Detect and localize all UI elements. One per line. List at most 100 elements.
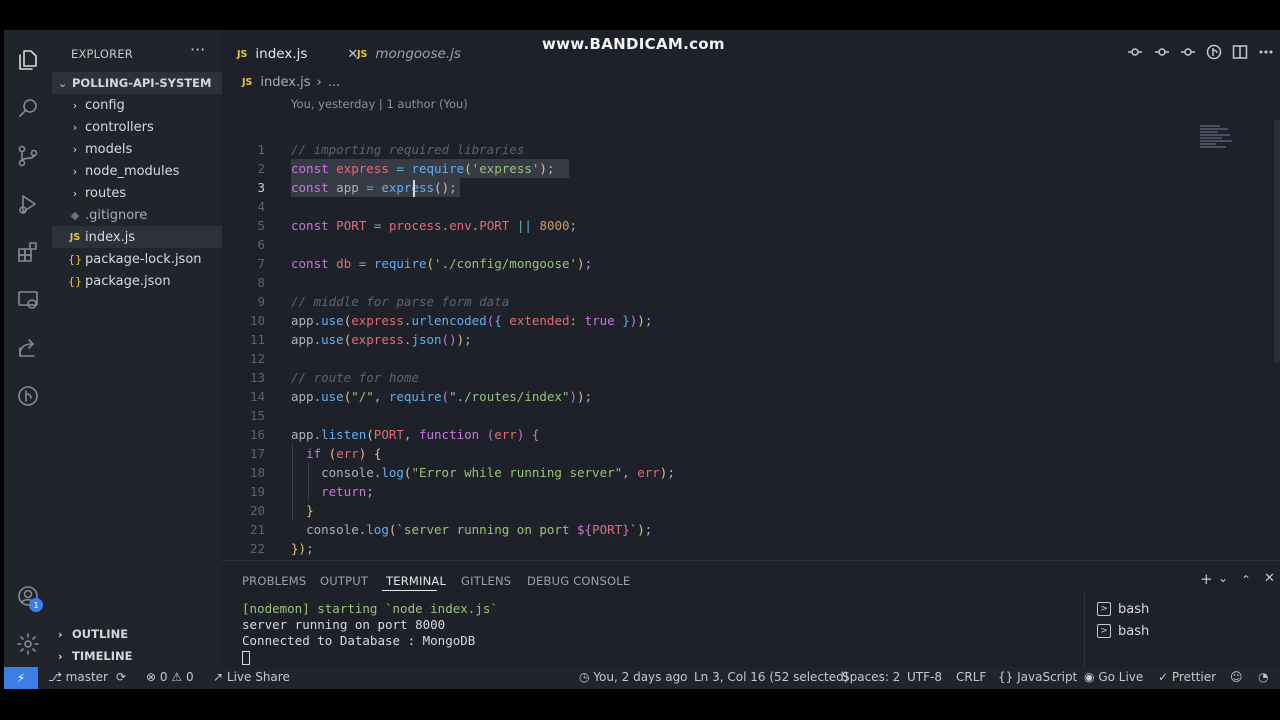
live-share-icon[interactable] (4, 324, 52, 372)
tab-mongoose-js[interactable]: JS mongoose.js (357, 38, 461, 70)
code-line[interactable]: 17 if (err) { (222, 444, 1202, 463)
code-text: console.log("Error while running server"… (321, 465, 675, 480)
new-terminal-icon[interactable]: + (1200, 570, 1213, 588)
chevron-right-icon: › (72, 186, 78, 200)
indentation[interactable]: Spaces: 2 (842, 670, 900, 684)
code-line[interactable]: 13 // route for home (222, 368, 1202, 387)
notifications-icon[interactable]: ◔ (1258, 670, 1268, 684)
line-number: 19 (249, 484, 265, 499)
active-tab-indicator (382, 590, 437, 591)
terminal-instance[interactable]: > bash (1097, 599, 1149, 619)
tab-label: mongoose.js (375, 46, 461, 62)
tab-terminal[interactable]: TERMINAL (386, 574, 446, 588)
code-line[interactable]: 7 const db = require('./config/mongoose')… (222, 254, 1202, 273)
code-line[interactable]: 16 app.listen(PORT, function (err) { (222, 425, 1202, 444)
tree-item[interactable]: {} package-lock.json (52, 248, 222, 270)
code-line[interactable]: 21 console.log(`server running on port $… (222, 520, 1202, 539)
cursor-position[interactable]: Ln 3, Col 16 (52 selected) (694, 670, 848, 684)
gitlens-compare-icon[interactable] (1206, 44, 1222, 60)
run-debug-icon[interactable] (4, 180, 52, 228)
encoding[interactable]: UTF-8 (907, 670, 942, 684)
language-mode[interactable]: {} JavaScript (998, 670, 1077, 684)
tree-item[interactable]: JS index.js (52, 226, 222, 248)
line-ending[interactable]: CRLF (956, 670, 986, 684)
tree-item[interactable]: › routes (52, 182, 222, 204)
code-line[interactable]: 10 app.use(express.urlencoded({ extended:… (222, 311, 1202, 330)
line-number: 17 (249, 446, 265, 461)
tree-item[interactable]: › models (52, 138, 222, 160)
explorer-icon[interactable] (4, 36, 52, 84)
workspace-root-folder[interactable]: ⌄ POLLING-API-SYSTEM (52, 72, 222, 94)
more-actions-icon[interactable]: ··· (190, 40, 205, 59)
code-editor[interactable]: 1 // importing required libraries 2 const e… (222, 110, 1278, 575)
tab-index-js[interactable]: JS index.js ✕ (237, 38, 358, 70)
maximize-panel-icon[interactable]: ⌃ (1241, 573, 1251, 587)
tree-item[interactable]: › controllers (52, 116, 222, 138)
tab-gitlens[interactable]: GITLENS (461, 574, 511, 588)
code-line[interactable]: 20 } (222, 501, 1202, 520)
gitlens-blame-header[interactable]: You, yesterday | 1 author (You) (291, 97, 468, 111)
split-editor-icon[interactable] (1232, 44, 1248, 60)
source-control-icon[interactable] (4, 132, 52, 180)
code-line[interactable]: 12 (222, 349, 1202, 368)
prettier-status[interactable]: ✓ Prettier (1158, 670, 1216, 684)
line-number: 6 (257, 237, 265, 252)
tree-item[interactable]: › config (52, 94, 222, 116)
tree-item-label: index.js (85, 229, 136, 245)
git-commit-icon[interactable] (1127, 44, 1143, 60)
branch-status[interactable]: ⎇ master (48, 670, 108, 684)
code-line[interactable]: 15 (222, 406, 1202, 425)
code-line[interactable]: 22}); (222, 539, 1202, 558)
go-live-status[interactable]: ◉ Go Live (1084, 670, 1143, 684)
code-line[interactable]: 6 (222, 235, 1202, 254)
tree-item-label: package-lock.json (85, 251, 202, 267)
problems-status[interactable]: ⊗ 0 ⚠ 0 (146, 670, 194, 684)
timeline-section[interactable]: › TIMELINE (52, 645, 222, 667)
breadcrumb-file[interactable]: index.js (260, 75, 310, 90)
code-line[interactable]: 4 (222, 197, 1202, 216)
gitlens-blame-status[interactable]: ◷ You, 2 days ago (579, 670, 688, 684)
more-actions-icon[interactable] (1258, 44, 1274, 60)
tab-debug-console[interactable]: DEBUG CONSOLE (527, 574, 630, 588)
editor-scrollbar[interactable] (1274, 120, 1280, 363)
chevron-down-icon[interactable]: ⌄ (1218, 571, 1228, 585)
settings-gear-icon[interactable] (4, 620, 52, 668)
sync-icon[interactable]: ⟳ (116, 670, 126, 684)
code-line[interactable]: 8 (222, 273, 1202, 292)
breadcrumb-rest[interactable]: ... (328, 75, 340, 90)
next-change-icon[interactable] (1180, 44, 1196, 60)
code-line[interactable]: 2 const express = require('express'); (222, 159, 1202, 178)
remote-indicator[interactable]: ⚡ (4, 667, 38, 689)
code-line[interactable]: 1 // importing required libraries (222, 140, 1202, 159)
line-number: 13 (249, 370, 265, 385)
previous-change-icon[interactable] (1154, 44, 1170, 60)
line-number: 21 (249, 522, 265, 537)
terminal-line: Connected to Database : MongoDB (242, 633, 476, 648)
extensions-icon[interactable] (4, 228, 52, 276)
search-icon[interactable] (4, 84, 52, 132)
gitlens-icon[interactable] (4, 372, 52, 420)
terminal-instance[interactable]: > bash (1097, 621, 1149, 641)
code-line[interactable]: 5 const PORT = process.env.PORT || 8000; (222, 216, 1202, 235)
code-line[interactable]: 9 // middle for parse form data (222, 292, 1202, 311)
code-line[interactable]: 18 console.log("Error while running serv… (222, 463, 1202, 482)
terminal-output[interactable]: [nodemon] starting `node index.js` serve… (242, 601, 498, 665)
remote-explorer-icon[interactable] (4, 276, 52, 324)
code-line[interactable]: 19 return; (222, 482, 1202, 501)
minimap[interactable] (1200, 125, 1234, 155)
code-line[interactable]: 3 const app = express(); (222, 178, 1202, 197)
breadcrumb[interactable]: JS index.js › ... (242, 75, 340, 90)
tree-item[interactable]: {} package.json (52, 270, 222, 292)
live-share-status[interactable]: ↗ Live Share (213, 670, 290, 684)
accounts-icon[interactable]: 1 (4, 572, 52, 620)
feedback-icon[interactable]: ☺ (1230, 670, 1243, 684)
tree-item[interactable]: ◆ .gitignore (52, 204, 222, 226)
tab-output[interactable]: OUTPUT (320, 574, 368, 588)
terminal-line: server running on port 8000 (242, 617, 446, 632)
code-line[interactable]: 14 app.use("/", require("./routes/index")… (222, 387, 1202, 406)
tree-item[interactable]: › node_modules (52, 160, 222, 182)
close-panel-icon[interactable]: ✕ (1264, 571, 1275, 586)
code-line[interactable]: 11 app.use(express.json()); (222, 330, 1202, 349)
tab-problems[interactable]: PROBLEMS (242, 574, 306, 588)
outline-section[interactable]: › OUTLINE (52, 623, 222, 645)
